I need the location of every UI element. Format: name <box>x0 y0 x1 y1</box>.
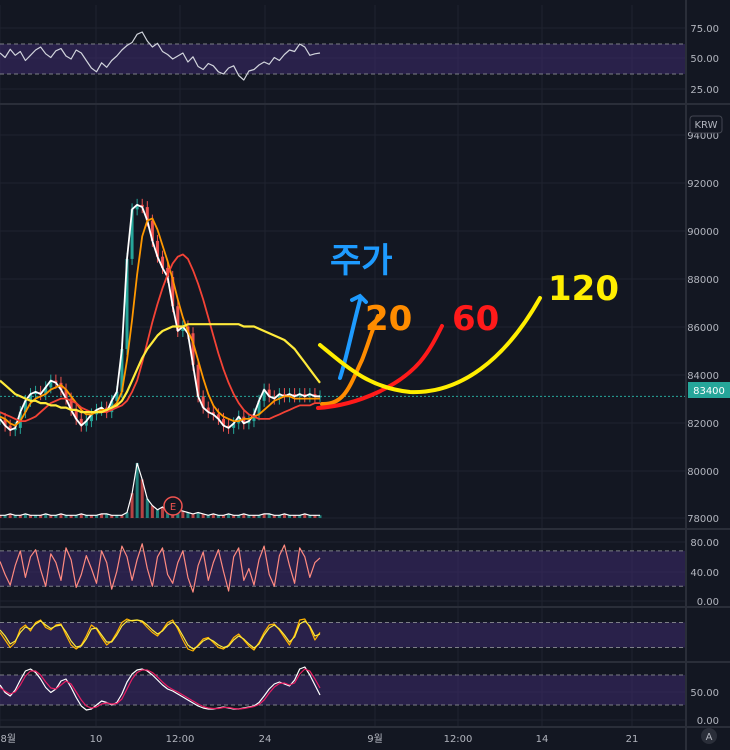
autoscale-button-label: A <box>706 732 713 743</box>
ma20-annotation-label: 20 <box>365 299 412 339</box>
event-marker[interactable]: E <box>163 496 183 516</box>
y-tick-label: 0.00 <box>697 597 719 608</box>
event-marker-label: E <box>170 502 176 513</box>
y-tick-label: 0.00 <box>697 716 719 727</box>
x-tick-label: 24 <box>259 734 272 745</box>
autoscale-button[interactable]: A <box>701 728 717 744</box>
currency-badge-label: KRW <box>695 120 718 131</box>
volume-bar <box>150 505 154 518</box>
y-tick-label: 75.00 <box>690 24 719 35</box>
last-price-value: 83400 <box>693 386 725 397</box>
y-tick-label: 90000 <box>687 227 719 238</box>
y-tick-label: 78000 <box>687 514 719 525</box>
x-tick-label: 14 <box>536 734 549 745</box>
y-tick-label: 88000 <box>687 275 719 286</box>
y-tick-label: 80000 <box>687 467 719 478</box>
x-tick-label: 9월 <box>367 733 383 745</box>
volume-bar <box>155 509 159 518</box>
y-tick-label: 50.00 <box>690 688 719 699</box>
price-annotation-label: 주가 <box>330 241 393 281</box>
y-tick-label: 92000 <box>687 179 719 190</box>
ma120-annotation-label: 120 <box>548 269 619 309</box>
x-tick-label: 21 <box>626 734 639 745</box>
last-price-label: 83400 <box>688 382 730 398</box>
y-tick-label: 80.00 <box>690 538 719 549</box>
chart-canvas[interactable]: 주가20 60120 75.0050.0025.00940009200090000… <box>0 0 730 750</box>
ma60-annotation-label: 60 <box>452 299 499 339</box>
volume-bar <box>145 498 149 518</box>
y-tick-label: 84000 <box>687 371 719 382</box>
x-tick-label: 10 <box>90 734 103 745</box>
y-tick-label: 25.00 <box>690 85 719 96</box>
volume-bar <box>181 511 185 518</box>
y-tick-label: 86000 <box>687 323 719 334</box>
volume-bar <box>161 507 165 518</box>
y-tick-label: 82000 <box>687 419 719 430</box>
y-tick-label: 50.00 <box>690 54 719 65</box>
y-tick-label: 40.00 <box>690 568 719 579</box>
currency-badge[interactable]: KRW <box>689 115 723 134</box>
x-tick-label: 12:00 <box>444 734 473 745</box>
x-tick-label: 12:00 <box>166 734 195 745</box>
x-axis-label-partial: 8월 <box>0 733 16 745</box>
